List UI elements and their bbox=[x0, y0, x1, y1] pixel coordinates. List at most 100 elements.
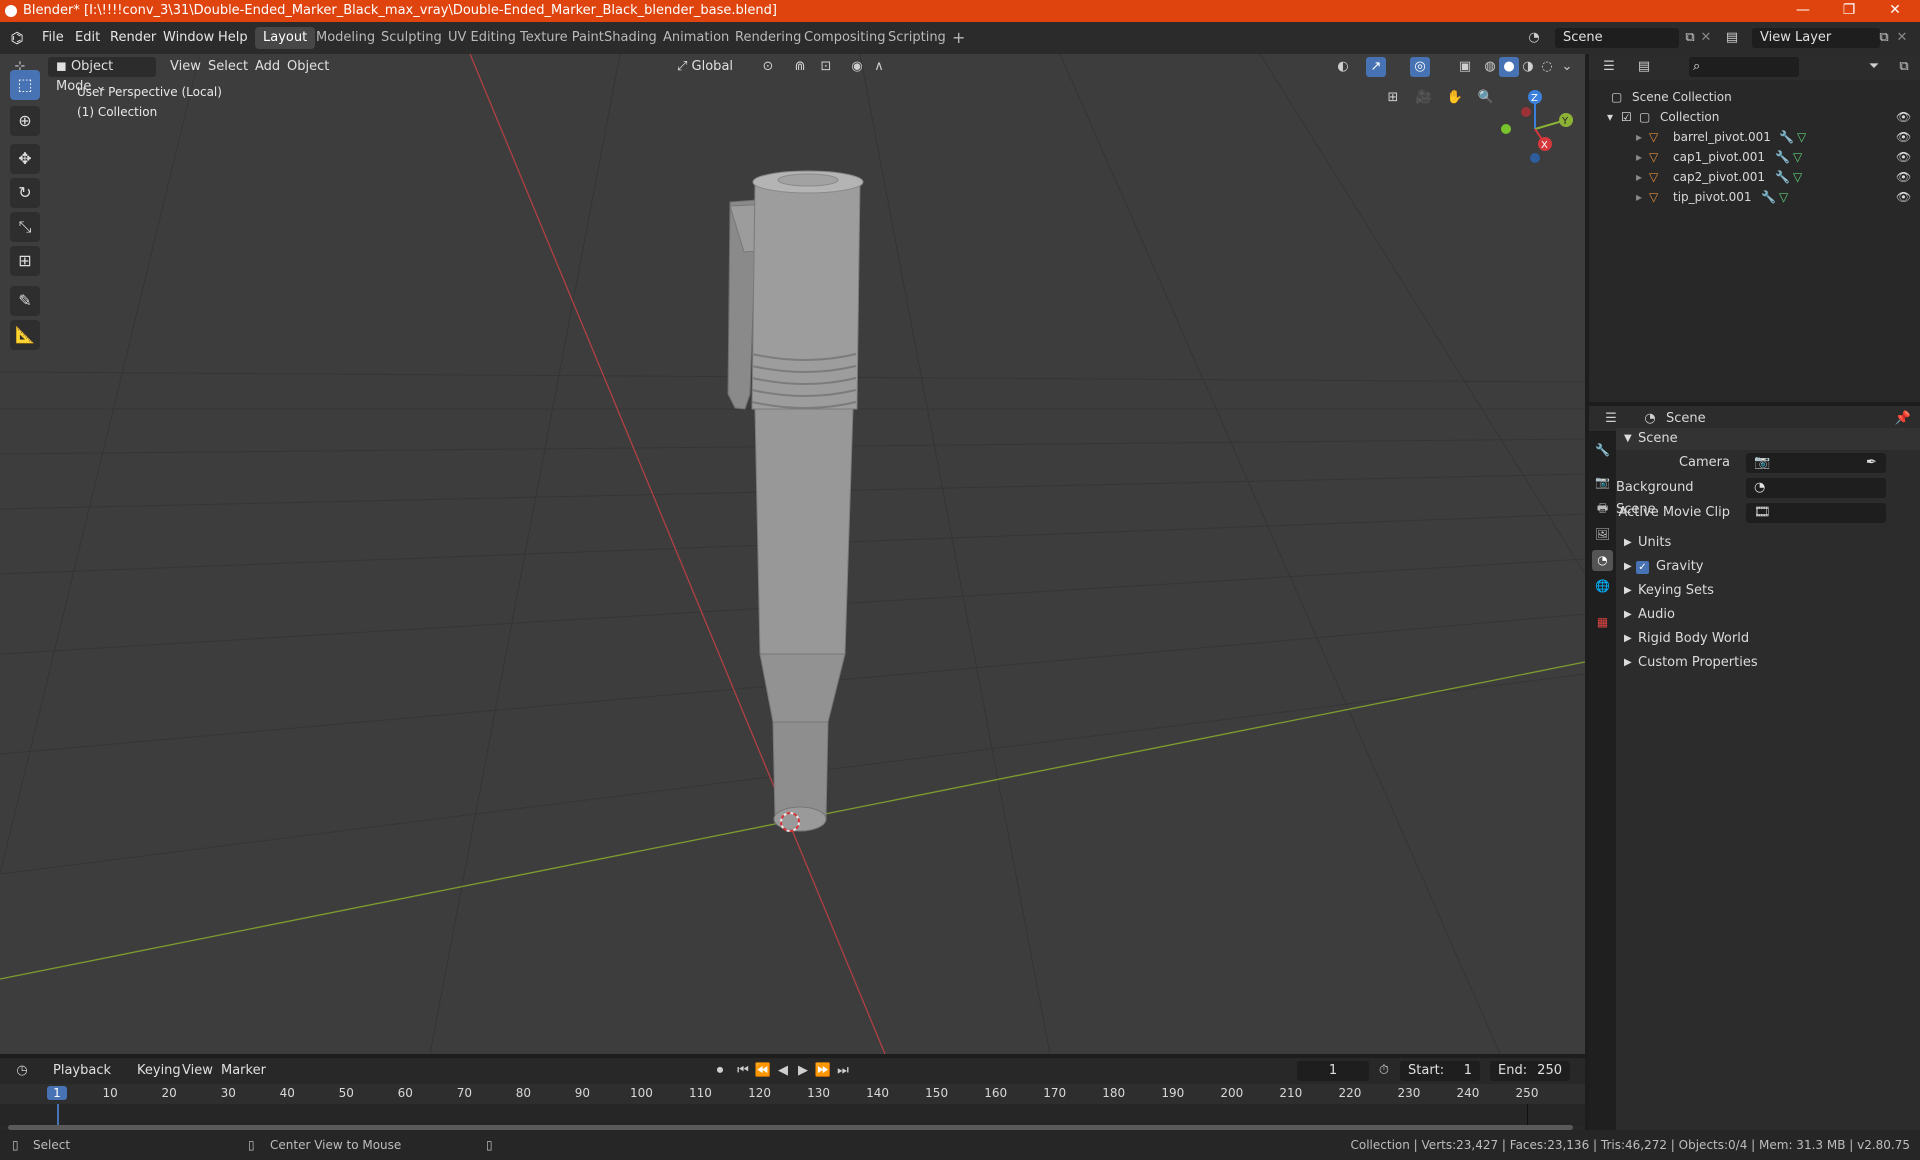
visibility-eye-icon[interactable]: 👁 bbox=[1896, 127, 1911, 147]
snap-icon[interactable]: ⋒ bbox=[790, 57, 810, 77]
marker-model[interactable] bbox=[727, 170, 864, 832]
current-frame-field[interactable]: 1 bbox=[1297, 1061, 1369, 1081]
outliner-object-row[interactable]: ▸ ▽ barrel_pivot.001 🔧 ▽ 👁 bbox=[1589, 127, 1920, 147]
menu-file[interactable]: File bbox=[36, 28, 70, 48]
jump-end-icon[interactable]: ⏭ bbox=[833, 1061, 853, 1081]
navigation-gizmo[interactable]: Z Y X bbox=[1490, 84, 1580, 174]
shading-options-icon[interactable]: ⌄ bbox=[1557, 57, 1577, 77]
maximize-button[interactable]: ❐ bbox=[1826, 0, 1872, 22]
jump-prev-keyframe-icon[interactable]: ⏪ bbox=[753, 1061, 773, 1081]
cursor-tool-icon[interactable]: ⊕ bbox=[10, 106, 40, 136]
eyedropper-icon[interactable]: ✒ bbox=[1866, 452, 1877, 474]
record-button-icon[interactable]: ⏺ bbox=[710, 1061, 730, 1081]
add-workspace-button[interactable]: + bbox=[944, 27, 973, 49]
outliner-object-row[interactable]: ▸ ▽ cap2_pivot.001 🔧 ▽ 👁 bbox=[1589, 167, 1920, 187]
outliner-scene-collection-row[interactable]: ▢ Scene Collection bbox=[1589, 87, 1920, 107]
menu-add[interactable]: Add bbox=[250, 57, 285, 77]
blender-menu-icon[interactable]: ⌬ bbox=[7, 28, 27, 48]
3d-viewport[interactable]: ⊹ ◼ Object Mode ⌄ View Select Add Object… bbox=[0, 54, 1585, 1054]
outliner-object-row[interactable]: ▸ ▽ tip_pivot.001 🔧 ▽ 👁 bbox=[1589, 187, 1920, 207]
view-layer-tab-icon[interactable]: 🖼 bbox=[1592, 524, 1613, 545]
background-scene-field[interactable]: ◔ bbox=[1746, 478, 1886, 498]
menu-edit[interactable]: Edit bbox=[69, 28, 106, 48]
properties-editor-type-icon[interactable]: ☰ bbox=[1601, 409, 1621, 429]
menu-window[interactable]: Window bbox=[157, 28, 220, 48]
scene-panel-header[interactable]: ▼ Scene bbox=[1616, 428, 1920, 450]
camera-view-icon[interactable]: 🎥 bbox=[1414, 88, 1434, 108]
preview-range-icon[interactable]: ⏱ bbox=[1374, 1061, 1394, 1081]
keying-sets-section-header[interactable]: ▶ Keying Sets bbox=[1616, 580, 1920, 602]
mode-dropdown[interactable]: ◼ Object Mode ⌄ bbox=[48, 57, 156, 94]
scene-name-field[interactable]: Scene bbox=[1555, 28, 1679, 48]
new-collection-icon[interactable]: ⧉ bbox=[1894, 57, 1914, 77]
scene-selector-icon[interactable]: ◔ bbox=[1524, 28, 1544, 48]
remove-scene-icon[interactable]: ✕ bbox=[1696, 28, 1716, 48]
filter-icon[interactable]: ⏷ bbox=[1864, 57, 1884, 77]
workspace-tab-animation[interactable]: Animation bbox=[655, 27, 737, 49]
pivot-point-icon[interactable]: ⊙ bbox=[758, 57, 778, 77]
visibility-eye-icon[interactable]: 👁 bbox=[1896, 107, 1911, 127]
pan-view-icon[interactable]: ✋ bbox=[1445, 88, 1465, 108]
workspace-tab-compositing[interactable]: Compositing bbox=[796, 27, 894, 49]
wireframe-shading-icon[interactable]: ◍ bbox=[1480, 57, 1500, 77]
material-shading-icon[interactable]: ◑ bbox=[1518, 57, 1538, 77]
snap-target-icon[interactable]: ⊡ bbox=[816, 57, 836, 77]
frame-ruler[interactable]: 1 10 20 30 40 50 60 70 80 90 100 110 120 130 140 150 160… bbox=[0, 1084, 1585, 1104]
active-movie-clip-field[interactable]: 🎞 bbox=[1746, 503, 1886, 523]
minimize-button[interactable]: — bbox=[1780, 0, 1826, 22]
remove-view-layer-icon[interactable]: ✕ bbox=[1892, 28, 1912, 48]
timeline-editor-type-icon[interactable]: ◷ bbox=[12, 1061, 32, 1081]
start-frame-field[interactable]: Start: 1 bbox=[1400, 1061, 1480, 1081]
menu-render[interactable]: Render bbox=[104, 28, 162, 48]
outliner-object-row[interactable]: ▸ ▽ cap1_pivot.001 🔧 ▽ 👁 bbox=[1589, 147, 1920, 167]
solid-shading-icon[interactable]: ● bbox=[1499, 57, 1519, 77]
display-mode-icon[interactable]: ▤ bbox=[1634, 57, 1654, 77]
menu-playback[interactable]: Playback bbox=[48, 1061, 116, 1081]
visibility-filter-icon[interactable]: ◐ bbox=[1333, 57, 1353, 77]
tool-settings-tab-icon[interactable]: 🔧 bbox=[1592, 440, 1613, 461]
workspace-tab-modeling[interactable]: Modeling bbox=[308, 27, 383, 49]
expand-arrow-icon[interactable]: ▸ bbox=[1636, 127, 1642, 147]
visibility-eye-icon[interactable]: 👁 bbox=[1896, 147, 1911, 167]
custom-properties-section-header[interactable]: ▶ Custom Properties bbox=[1616, 652, 1920, 674]
visibility-eye-icon[interactable]: 👁 bbox=[1896, 167, 1911, 187]
move-tool-icon[interactable]: ✥ bbox=[10, 144, 40, 174]
render-tab-icon[interactable]: 📷 bbox=[1592, 472, 1613, 493]
close-window-button[interactable]: ✕ bbox=[1872, 0, 1918, 22]
audio-section-header[interactable]: ▶ Audio bbox=[1616, 604, 1920, 626]
rotate-tool-icon[interactable]: ↻ bbox=[10, 178, 40, 208]
gravity-checkbox[interactable]: ✓ bbox=[1636, 561, 1649, 574]
jump-next-keyframe-icon[interactable]: ⏩ bbox=[813, 1061, 833, 1081]
menu-object[interactable]: Object bbox=[282, 57, 334, 77]
menu-marker[interactable]: Marker bbox=[216, 1061, 271, 1081]
gravity-section-header[interactable]: ▶ ✓ Gravity bbox=[1616, 556, 1920, 578]
orientation-dropdown[interactable]: ⤢ Global bbox=[669, 57, 747, 77]
scene-tab-icon[interactable]: ◔ bbox=[1592, 550, 1613, 571]
workspace-tab-layout[interactable]: Layout bbox=[255, 27, 316, 49]
view-layer-selector-icon[interactable]: ▤ bbox=[1722, 28, 1742, 48]
annotate-tool-icon[interactable]: ✎ bbox=[10, 286, 40, 316]
jump-start-icon[interactable]: ⏮ bbox=[733, 1061, 753, 1081]
grid-toggle-icon[interactable]: ⊞ bbox=[1383, 88, 1403, 108]
gizmo-toggle-icon[interactable]: ↗ bbox=[1366, 57, 1386, 77]
outliner-collection-row[interactable]: ▾ ☑ ▢ Collection 👁 bbox=[1589, 107, 1920, 127]
outliner-search-field[interactable]: ⌕ bbox=[1689, 57, 1799, 77]
falloff-icon[interactable]: ∧ bbox=[869, 57, 889, 77]
collection-checkbox-icon[interactable]: ☑ bbox=[1621, 107, 1632, 127]
world-tab-icon[interactable]: 🌐 bbox=[1592, 576, 1613, 597]
view-layer-name-field[interactable]: View Layer bbox=[1752, 28, 1880, 48]
expand-arrow-icon[interactable]: ▾ bbox=[1607, 107, 1613, 127]
transform-tool-icon[interactable]: ⊞ bbox=[10, 246, 40, 276]
menu-select[interactable]: Select bbox=[203, 57, 253, 77]
outliner-editor-type-icon[interactable]: ☰ bbox=[1599, 57, 1619, 77]
expand-arrow-icon[interactable]: ▸ bbox=[1636, 167, 1642, 187]
end-frame-field[interactable]: End: 250 bbox=[1490, 1061, 1570, 1081]
select-box-tool-icon[interactable]: ⬚ bbox=[10, 70, 40, 100]
xray-toggle-icon[interactable]: ▣ bbox=[1455, 57, 1475, 77]
units-section-header[interactable]: ▶ Units bbox=[1616, 532, 1920, 554]
expand-arrow-icon[interactable]: ▸ bbox=[1636, 187, 1642, 207]
timeline-track-area[interactable] bbox=[0, 1104, 1585, 1126]
pin-icon[interactable]: 📌 bbox=[1893, 409, 1913, 429]
play-reverse-icon[interactable]: ◀ bbox=[773, 1061, 793, 1081]
camera-field[interactable]: 📷 bbox=[1746, 453, 1886, 473]
